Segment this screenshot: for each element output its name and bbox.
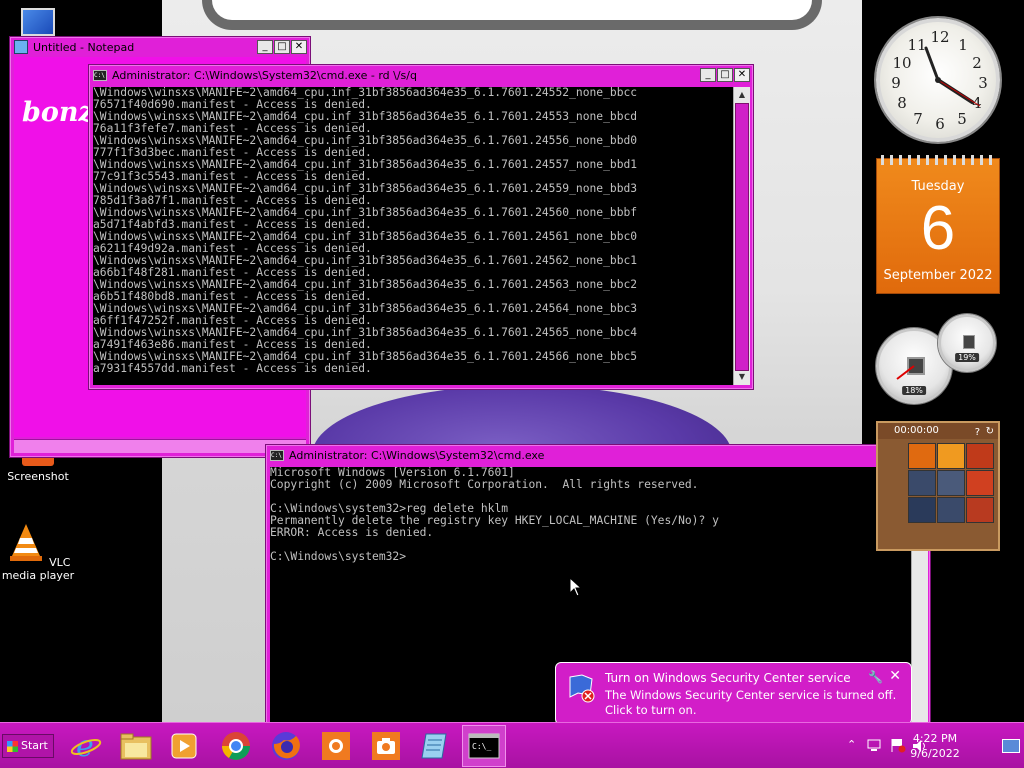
folder-icon xyxy=(120,733,152,760)
puzzle-tile[interactable] xyxy=(908,470,936,496)
media-player-icon xyxy=(171,733,197,759)
taskbar-camera-app[interactable] xyxy=(364,725,408,767)
cmd-app-icon: C:\ xyxy=(93,69,107,81)
close-button[interactable]: ✕ xyxy=(291,40,307,54)
puzzle-timer: 00:00:00 xyxy=(894,425,939,436)
puzzle-toolbar: 00:00:00 ? ↻ xyxy=(878,423,998,439)
scroll-up-arrow-icon[interactable]: ▲ xyxy=(734,87,750,103)
vertical-scrollbar[interactable]: ▲ ▼ xyxy=(733,87,750,385)
console-line: a7931f4557dd.manifest - Access is denied… xyxy=(93,362,372,375)
show-desktop-button[interactable] xyxy=(1002,739,1020,753)
start-label: Start xyxy=(21,739,48,752)
show-hidden-icons-icon[interactable]: ⌃ xyxy=(847,738,856,751)
maximize-button[interactable]: □ xyxy=(274,40,290,54)
puzzle-tile[interactable] xyxy=(966,497,994,523)
network-icon[interactable] xyxy=(866,739,882,753)
desktop-icon-label: Screenshot xyxy=(7,470,69,483)
puzzle-tile[interactable] xyxy=(908,443,936,469)
close-button[interactable]: ✕ xyxy=(734,68,750,82)
calendar-gadget[interactable]: Tuesday 6 September 2022 xyxy=(876,155,1000,294)
puzzle-reset-icon[interactable]: ↻ xyxy=(986,424,994,440)
notepad-horizontal-scrollbar[interactable] xyxy=(14,439,306,453)
notepad-app-icon xyxy=(14,40,28,54)
internet-explorer-icon: e xyxy=(70,730,102,762)
calendar-rings xyxy=(881,155,995,165)
notification-close-icon[interactable]: ✕ xyxy=(889,668,901,684)
clock-hands-icon xyxy=(924,46,981,107)
camera-icon xyxy=(372,732,400,760)
start-button[interactable]: Start xyxy=(2,734,54,758)
notification-title[interactable]: Turn on Windows Security Center service xyxy=(605,671,851,685)
taskbar-clock[interactable]: 4:22 PM 9/6/2022 xyxy=(900,731,970,761)
minimize-button[interactable]: _ xyxy=(700,68,716,82)
scroll-down-arrow-icon[interactable]: ▼ xyxy=(734,369,750,385)
taskbar-command-prompt[interactable]: C:\_ xyxy=(462,725,506,767)
puzzle-tile[interactable] xyxy=(937,470,965,496)
calendar-month: September 2022 xyxy=(883,268,993,283)
cpu-percent: 18% xyxy=(902,386,926,395)
security-center-notification[interactable]: Turn on Windows Security Center service … xyxy=(555,662,912,725)
puzzle-help-icon[interactable]: ? xyxy=(975,425,980,441)
clock-gadget[interactable]: 12 1 2 3 4 5 6 7 8 9 10 11 xyxy=(876,18,1000,142)
cmd-window-rd[interactable]: C:\ Administrator: C:\Windows\System32\c… xyxy=(88,64,754,390)
wallpaper-frame xyxy=(202,0,822,30)
svg-text:C:\_: C:\_ xyxy=(472,742,491,751)
taskbar-notepad[interactable] xyxy=(412,725,456,767)
calendar-day: 6 xyxy=(920,194,956,263)
taskbar: Start e C:\_ ⌃ 4:22 PM 9/6/2022 xyxy=(0,722,1024,768)
puzzle-tile[interactable] xyxy=(937,443,965,469)
window-title: Untitled - Notepad xyxy=(33,40,135,54)
puzzle-tile[interactable] xyxy=(908,497,936,523)
console-line: Copyright (c) 2009 Microsoft Corporation… xyxy=(270,478,699,491)
puzzle-tile[interactable] xyxy=(966,470,994,496)
taskbar-file-explorer[interactable] xyxy=(114,725,158,767)
vlc-cone-icon xyxy=(9,524,42,561)
memory-chip-icon xyxy=(963,335,975,349)
command-prompt-icon: C:\_ xyxy=(468,733,500,759)
cmd-titlebar[interactable]: C:\ Administrator: C:\Windows\System32\c… xyxy=(266,445,930,465)
console-line: C:\Windows\system32> xyxy=(270,550,407,563)
taskbar-date: 9/6/2022 xyxy=(910,747,960,760)
screenshot-tool-icon xyxy=(322,732,350,760)
security-flag-icon xyxy=(569,674,595,703)
taskbar-internet-explorer[interactable]: e xyxy=(64,725,108,767)
computer-icon xyxy=(21,8,55,36)
chrome-icon xyxy=(222,732,250,760)
console-output[interactable]: \Windows\winsxs\MANIFE~2\amd64_cpu.inf_3… xyxy=(93,87,733,385)
taskbar-screenshot-tool[interactable] xyxy=(314,725,358,767)
picture-puzzle-gadget[interactable]: 00:00:00 ? ↻ xyxy=(876,421,1000,551)
puzzle-grid xyxy=(908,443,994,523)
window-title: Administrator: C:\Windows\System32\cmd.e… xyxy=(289,448,545,462)
desktop-icon-vlc[interactable]: VLC media player xyxy=(0,522,76,582)
console-line: ERROR: Access is denied. xyxy=(270,526,434,539)
memory-meter-gauge[interactable]: 19% xyxy=(938,314,996,372)
puzzle-tile[interactable] xyxy=(937,497,965,523)
cmd-app-icon: C:\ xyxy=(270,449,284,461)
taskbar-chrome[interactable] xyxy=(214,725,258,767)
window-title: Administrator: C:\Windows\System32\cmd.e… xyxy=(112,68,417,82)
puzzle-tile[interactable] xyxy=(966,443,994,469)
wrench-icon[interactable]: 🔧 xyxy=(868,670,883,684)
notepad-titlebar[interactable]: Untitled - Notepad _ □ ✕ xyxy=(10,37,310,57)
notepad-icon xyxy=(421,733,447,759)
scroll-thumb[interactable] xyxy=(735,103,749,371)
notification-body[interactable]: The Windows Security Center service is t… xyxy=(605,688,905,718)
taskbar-media-player[interactable] xyxy=(162,725,206,767)
cmd-titlebar[interactable]: C:\ Administrator: C:\Windows\System32\c… xyxy=(89,65,753,85)
taskbar-time: 4:22 PM xyxy=(912,732,958,745)
maximize-button[interactable]: □ xyxy=(717,68,733,82)
mouse-cursor-icon xyxy=(569,577,582,597)
windows-logo-icon xyxy=(7,741,18,752)
firefox-icon xyxy=(272,732,300,760)
minimize-button[interactable]: _ xyxy=(257,40,273,54)
calendar-weekday: Tuesday xyxy=(911,179,965,194)
taskbar-firefox[interactable] xyxy=(264,725,308,767)
svg-text:e: e xyxy=(76,730,94,762)
memory-percent: 19% xyxy=(955,353,979,362)
